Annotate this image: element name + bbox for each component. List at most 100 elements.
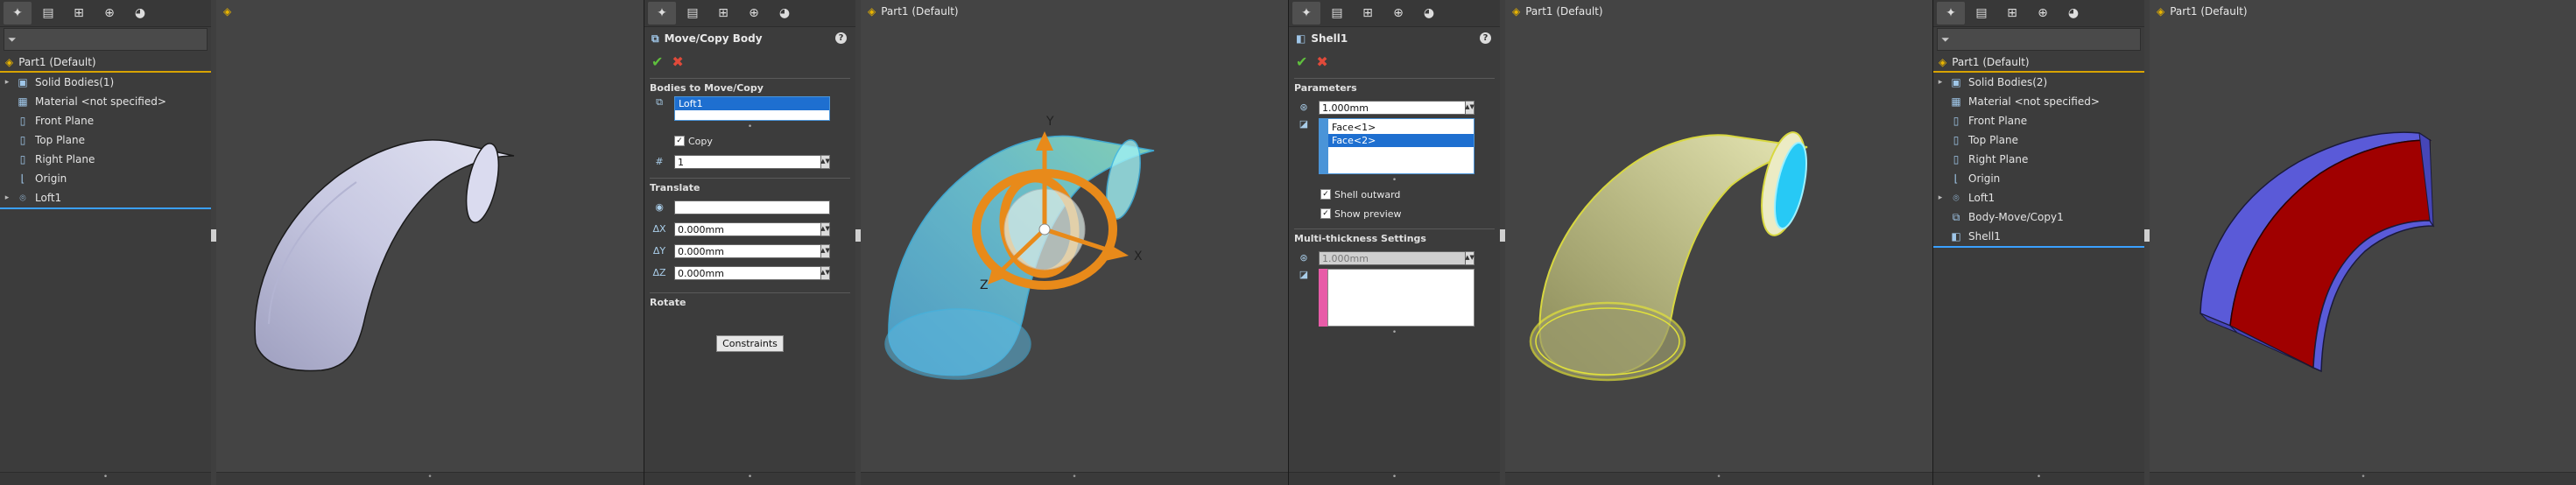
copy-count-input[interactable]: 1 bbox=[674, 154, 821, 169]
delta-y-spinner[interactable]: ▲▼ bbox=[820, 243, 830, 258]
list-resize-grip[interactable]: • bbox=[650, 123, 850, 131]
configuration-manager-tab-icon[interactable]: ⊞ bbox=[1998, 2, 2026, 25]
tree-root[interactable]: ◈ Part1 (Default) bbox=[0, 53, 211, 73]
dimxpert-manager-tab-icon[interactable]: ⊕ bbox=[2029, 2, 2057, 25]
graphics-viewport[interactable]: ◈ Part1 (Default) • bbox=[1505, 0, 1932, 485]
tree-item[interactable]: ◧ Shell1 bbox=[1933, 227, 2144, 246]
dimxpert-manager-tab-icon[interactable]: ⊕ bbox=[1384, 2, 1412, 25]
part-icon: ◈ bbox=[5, 56, 14, 68]
panel-bottom-grip[interactable]: • bbox=[1933, 472, 2144, 485]
display-manager-tab-icon[interactable]: ◕ bbox=[126, 2, 154, 25]
expand-arrow-icon[interactable]: ▸ bbox=[0, 193, 14, 202]
faces-row: ◪ Face<1> Face<2> bbox=[1294, 118, 1495, 176]
configuration-manager-tab-icon[interactable]: ⊞ bbox=[65, 2, 93, 25]
shell-outward-row[interactable]: ✓ Shell outward bbox=[1294, 185, 1495, 204]
tree-item[interactable]: ⧉ Body-Move/Copy1 bbox=[1933, 207, 2144, 227]
show-preview-row[interactable]: ✓ Show preview bbox=[1294, 204, 1495, 223]
configuration-manager-tab-icon[interactable]: ⊞ bbox=[1354, 2, 1382, 25]
cancel-x-icon[interactable]: ✖ bbox=[1316, 53, 1327, 70]
tree-item-label: Front Plane bbox=[1968, 115, 2028, 127]
tree-filter-input[interactable]: ⏷ bbox=[1937, 28, 2141, 51]
show-preview-checkbox[interactable]: ✓ bbox=[1320, 208, 1331, 219]
tree-item[interactable]: ▸ ⌾ Loft1 bbox=[1933, 188, 2144, 207]
delta-y-input[interactable]: 0.000mm bbox=[674, 243, 821, 258]
graphics-viewport[interactable]: ◈ Part1 (Default) Y X Z • bbox=[861, 0, 1288, 485]
multi-faces-listbox[interactable] bbox=[1327, 269, 1475, 327]
feature-manager-tab-icon[interactable]: ✦ bbox=[648, 2, 676, 25]
display-manager-tab-icon[interactable]: ◕ bbox=[2059, 2, 2087, 25]
configuration-manager-tab-icon[interactable]: ⊞ bbox=[709, 2, 737, 25]
tree-item[interactable]: ▸ ▣ Solid Bodies(1) bbox=[0, 73, 211, 92]
help-icon[interactable]: ? bbox=[1480, 32, 1491, 44]
tree-item[interactable]: ▸ ⌾ Loft1 bbox=[0, 188, 211, 207]
faces-listbox[interactable]: Face<1> Face<2> bbox=[1327, 118, 1475, 174]
shell-outward-checkbox[interactable]: ✓ bbox=[1320, 189, 1331, 200]
tree-item[interactable]: ▯ Right Plane bbox=[0, 150, 211, 169]
tree-insert-bar[interactable] bbox=[1933, 246, 2144, 248]
selected-body[interactable]: Loft1 bbox=[675, 97, 829, 110]
face-item-selected[interactable]: Face<2> bbox=[1328, 134, 1474, 147]
dimxpert-manager-tab-icon[interactable]: ⊕ bbox=[740, 2, 768, 25]
property-manager-tab-icon[interactable]: ▤ bbox=[34, 2, 62, 25]
shell-outward-label: Shell outward bbox=[1334, 188, 1401, 200]
display-manager-tab-icon[interactable]: ◕ bbox=[1415, 2, 1443, 25]
tree-item[interactable]: ▯ Top Plane bbox=[0, 130, 211, 150]
tree-insert-bar[interactable] bbox=[0, 207, 211, 209]
delta-x-spinner[interactable]: ▲▼ bbox=[820, 221, 830, 236]
delta-z-input[interactable]: 0.000mm bbox=[674, 265, 821, 280]
property-manager-tab-icon[interactable]: ▤ bbox=[1967, 2, 1995, 25]
panel-bottom-grip[interactable]: • bbox=[1289, 472, 1500, 485]
ok-checkmark-icon[interactable]: ✔ bbox=[1296, 53, 1307, 70]
list-resize-grip[interactable]: • bbox=[1294, 328, 1495, 337]
graphics-viewport[interactable]: ◈ Part1 (Default) • bbox=[2150, 0, 2576, 485]
tree-root[interactable]: ◈ Part1 (Default) bbox=[1933, 53, 2144, 73]
property-manager-tab-icon[interactable]: ▤ bbox=[679, 2, 707, 25]
expand-arrow-icon[interactable]: ▸ bbox=[1933, 193, 1947, 202]
delta-z-spinner[interactable]: ▲▼ bbox=[820, 265, 830, 280]
tree-item[interactable]: ▦ Material <not specified> bbox=[0, 92, 211, 111]
multi-thickness-section: Multi-thickness Settings ⊛ 1.000mm ▲▼ ◪ … bbox=[1294, 228, 1495, 337]
list-resize-grip[interactable]: • bbox=[1294, 176, 1495, 185]
ok-checkmark-icon[interactable]: ✔ bbox=[651, 53, 663, 70]
thickness-spinner[interactable]: ▲▼ bbox=[1465, 100, 1475, 115]
panel-bottom-grip[interactable]: • bbox=[644, 472, 855, 485]
tree-item[interactable]: ▯ Front Plane bbox=[1933, 111, 2144, 130]
tree-item[interactable]: ▸ ▣ Solid Bodies(2) bbox=[1933, 73, 2144, 92]
tree-item-label: Loft1 bbox=[1968, 192, 1995, 204]
display-manager-tab-icon[interactable]: ◕ bbox=[771, 2, 799, 25]
section-title: Multi-thickness Settings bbox=[1294, 233, 1426, 244]
feature-manager-tab-icon[interactable]: ✦ bbox=[4, 2, 32, 25]
graphics-viewport[interactable]: • ◈Part1 (Default) bbox=[216, 0, 644, 485]
tree-item[interactable]: ▯ Top Plane bbox=[1933, 130, 2144, 150]
bodies-listbox[interactable]: Loft1 bbox=[674, 96, 830, 121]
material-icon: ▦ bbox=[18, 95, 28, 108]
tree-item[interactable]: ⌊ Origin bbox=[1933, 169, 2144, 188]
multi-thickness-spinner[interactable]: ▲▼ bbox=[1465, 250, 1475, 265]
tree-filter-input[interactable]: ⏷ bbox=[4, 28, 208, 51]
face-item[interactable]: Face<1> bbox=[1328, 121, 1474, 134]
expand-arrow-icon[interactable]: ▸ bbox=[0, 78, 14, 87]
delta-z-icon: ΔZ bbox=[652, 267, 666, 278]
feature-manager-tab-icon[interactable]: ✦ bbox=[1292, 2, 1320, 25]
tree-item[interactable]: ▦ Material <not specified> bbox=[1933, 92, 2144, 111]
copy-checkbox[interactable]: ✓ bbox=[674, 136, 685, 146]
delta-x-input[interactable]: 0.000mm bbox=[674, 221, 821, 236]
property-manager-tab-icon[interactable]: ▤ bbox=[1323, 2, 1351, 25]
expand-arrow-icon[interactable]: ▸ bbox=[1933, 78, 1947, 87]
copy-count-row: # 1 ▲▼ bbox=[650, 151, 850, 172]
multi-thickness-input[interactable]: 1.000mm bbox=[1319, 250, 1466, 265]
cancel-x-icon[interactable]: ✖ bbox=[672, 53, 683, 70]
feature-manager-tab-icon[interactable]: ✦ bbox=[1937, 2, 1965, 25]
copy-checkbox-row[interactable]: ✓ Copy bbox=[650, 131, 850, 151]
tree-item[interactable]: ▯ Right Plane bbox=[1933, 150, 2144, 169]
tree-item[interactable]: ▯ Front Plane bbox=[0, 111, 211, 130]
dimxpert-manager-tab-icon[interactable]: ⊕ bbox=[95, 2, 123, 25]
filter-icon: ⏷ bbox=[8, 32, 17, 46]
thickness-input[interactable]: 1.000mm bbox=[1319, 100, 1466, 115]
panel-bottom-grip[interactable]: • bbox=[0, 472, 211, 485]
help-icon[interactable]: ? bbox=[835, 32, 847, 44]
constraints-button[interactable]: Constraints bbox=[716, 335, 784, 352]
translate-reference-input[interactable] bbox=[674, 200, 830, 214]
copy-count-spinner[interactable]: ▲▼ bbox=[820, 154, 830, 169]
tree-item[interactable]: ⌊ Origin bbox=[0, 169, 211, 188]
